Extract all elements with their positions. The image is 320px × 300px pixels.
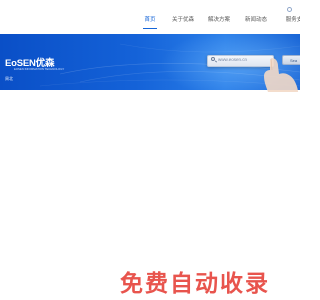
banner-tag: 周北 bbox=[5, 76, 13, 81]
logo-subtitle: EOSEN INFORMATION TECHNOLOGY bbox=[14, 67, 65, 71]
page: 首页 关于优森 解决方案 新闻动态 服务支 EoSEN优森 EOSEN INFO… bbox=[0, 0, 300, 300]
watermark-text: 免费自动收录 bbox=[120, 270, 270, 296]
nav-item-solutions[interactable]: 解决方案 bbox=[208, 0, 230, 34]
hand-illustration bbox=[264, 58, 298, 92]
nav-item-service[interactable]: 服务支 bbox=[283, 0, 300, 34]
banner-search-text: www.eosen.cn bbox=[218, 56, 248, 62]
nav-item-about[interactable]: 关于优森 bbox=[172, 0, 194, 34]
search-icon bbox=[211, 57, 215, 61]
service-icon bbox=[287, 7, 292, 12]
header: 首页 关于优森 解决方案 新闻动态 服务支 bbox=[0, 0, 300, 34]
nav-item-home[interactable]: 首页 bbox=[143, 0, 157, 34]
nav-item-news[interactable]: 新闻动态 bbox=[245, 0, 267, 34]
